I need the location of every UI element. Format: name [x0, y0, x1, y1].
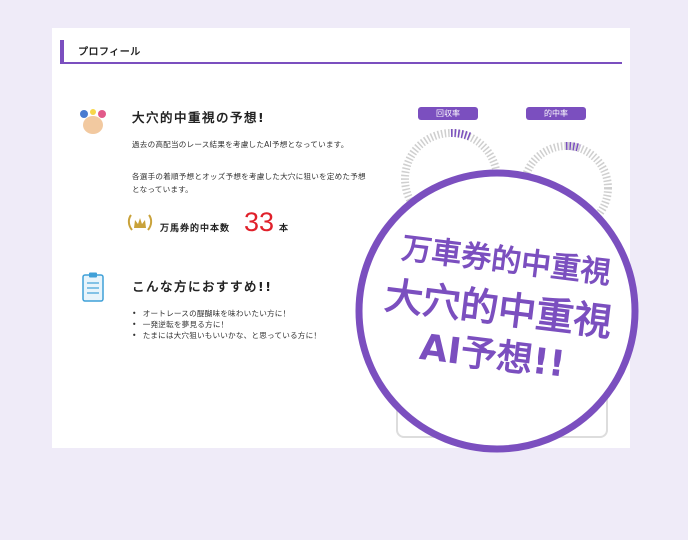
- list-item: たまには大穴狙いもいいかな、と思っている方に！: [132, 330, 321, 341]
- section-header: プロフィール: [60, 40, 622, 64]
- list-item: オートレースの醍醐味を味わいたい方に！: [132, 308, 321, 319]
- intro-title: 大穴的中重視の予想!: [132, 110, 266, 125]
- hit-rate-badge: 的中率: [526, 107, 586, 120]
- recommend-list: オートレースの醍醐味を味わいたい方に！ 一発逆転を夢見る方に！ たまには大穴狙い…: [132, 308, 321, 341]
- list-item: 一発逆転を夢見る方に！: [132, 319, 321, 330]
- hit-count-label: 万馬券的中本数: [160, 224, 231, 234]
- recommend-title: こんな方におすすめ!!: [132, 279, 273, 294]
- crown-laurel-icon: [127, 214, 153, 231]
- intro-paragraph-1: 過去の高配当のレース結果を考慮したAI予想となっています。: [132, 140, 349, 149]
- recovery-rate-badge: 回収率: [418, 107, 478, 120]
- hit-count-unit: 本: [279, 224, 289, 234]
- hit-count-value: 33: [244, 207, 275, 237]
- hit-count-stat: 万馬券的中本数 33 本: [126, 207, 386, 242]
- clipboard-checklist-icon: [82, 272, 104, 302]
- boxer-mascot-icon: [80, 109, 106, 134]
- intro-paragraph-2: 各選手の着順予想とオッズ予想を考慮した大穴に狙いを定めた予想となっています。: [132, 172, 366, 194]
- section-header-title: プロフィール: [78, 47, 141, 58]
- promo-stamp: 万車券的中重視 大穴的中重視 AI予想!!: [355, 169, 639, 453]
